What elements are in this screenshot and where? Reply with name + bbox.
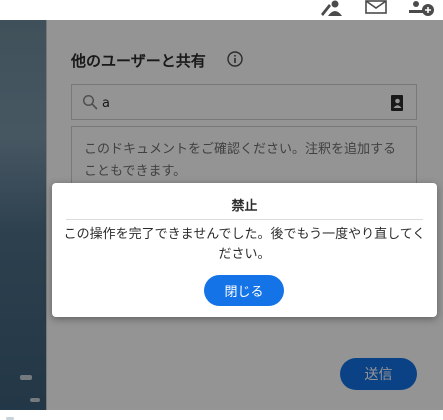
dialog-divider (66, 219, 423, 220)
dialog-message: この操作を完了できませんでした。後でもう一度やり直してください。 (63, 227, 426, 262)
error-dialog: 禁止 この操作を完了できませんでした。後でもう一度やり直してください。 閉じる (52, 183, 437, 317)
top-toolbar (0, 0, 443, 20)
close-button[interactable]: 閉じる (204, 275, 284, 306)
mail-icon[interactable] (365, 0, 387, 16)
person-edit-icon[interactable] (320, 0, 342, 16)
add-user-icon[interactable] (409, 0, 435, 16)
dialog-title: 禁止 (231, 199, 258, 214)
